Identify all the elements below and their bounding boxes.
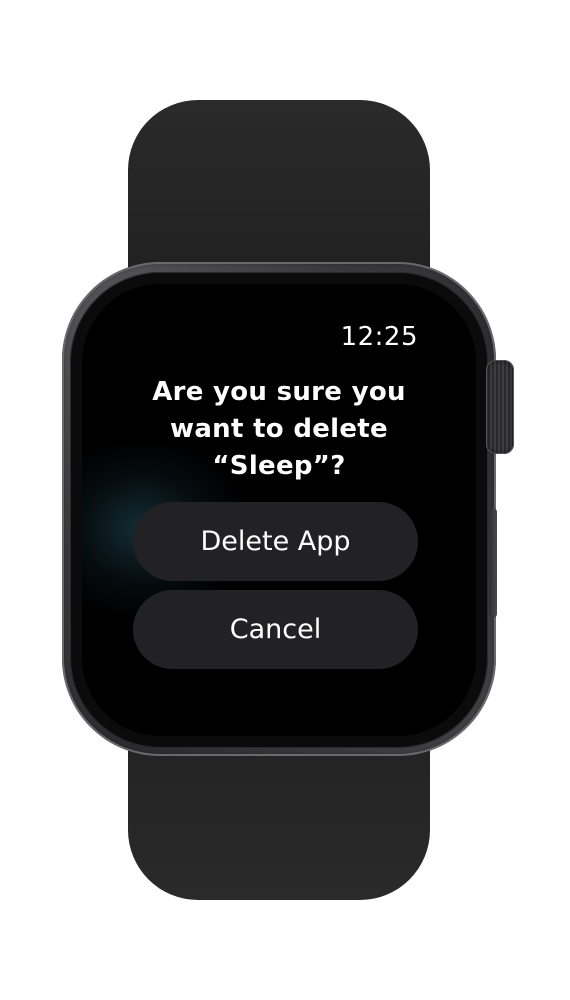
message-line-2: want to delete xyxy=(170,414,388,444)
watch-screen: 12:25 Are you sure you want to delete “S… xyxy=(82,284,476,736)
watch-mockup: 12:25 Are you sure you want to delete “S… xyxy=(0,0,570,1000)
cancel-button-label: Cancel xyxy=(229,614,322,645)
message-line-1: Are you sure you xyxy=(152,377,406,407)
digital-crown[interactable] xyxy=(486,360,514,454)
message-line-3: “Sleep”? xyxy=(212,451,346,481)
delete-confirmation-message: Are you sure you want to delete “Sleep”? xyxy=(122,374,436,485)
delete-app-button[interactable]: Delete App xyxy=(133,502,418,581)
delete-app-button-label: Delete App xyxy=(200,526,351,557)
status-time: 12:25 xyxy=(340,322,418,352)
side-button[interactable] xyxy=(489,508,497,618)
cancel-button[interactable]: Cancel xyxy=(133,590,418,669)
